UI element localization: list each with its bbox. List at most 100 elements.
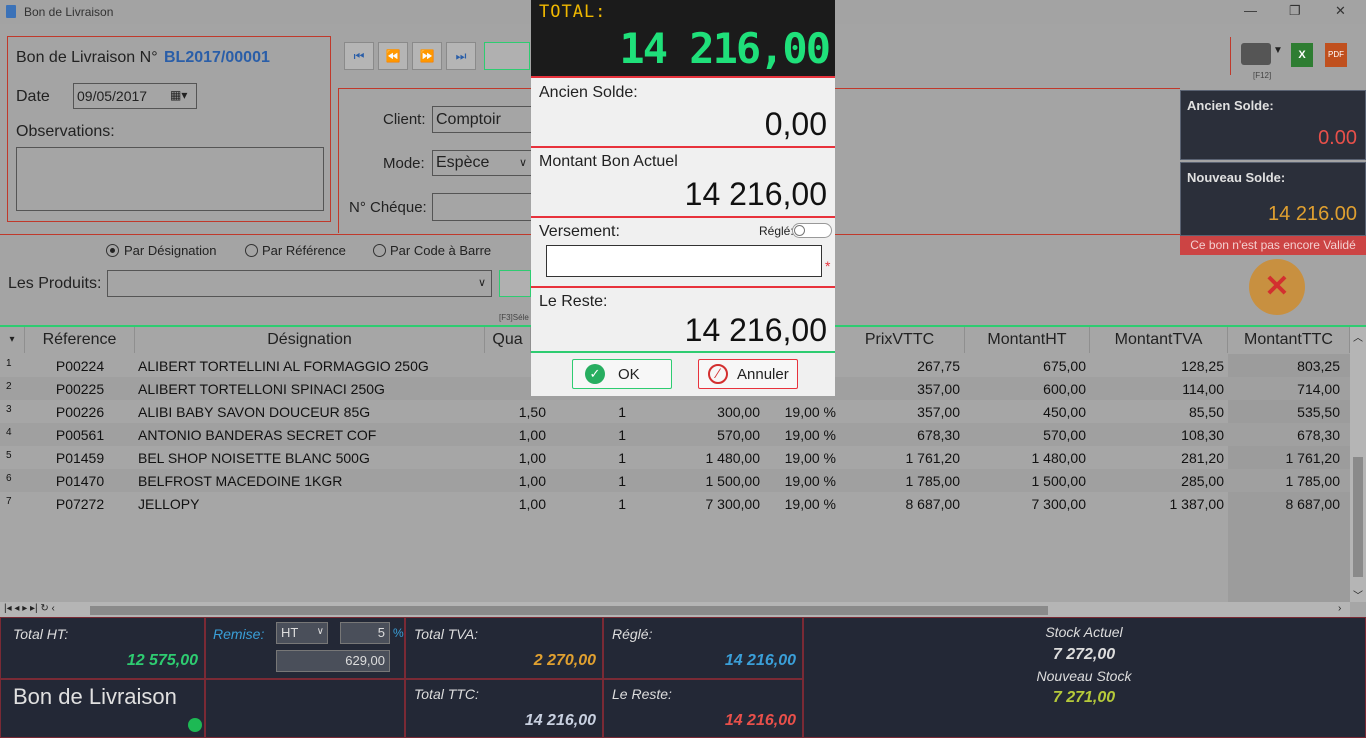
table-row[interactable]: 4 P00561 ANTONIO BANDERAS SECRET COF 1,00 1 5… (0, 423, 1350, 446)
regle-label: Réglé: (612, 626, 653, 642)
add-product-button[interactable] (499, 270, 531, 297)
radio-barcode[interactable] (373, 244, 386, 257)
col-montanttva[interactable]: MontantTVA (1090, 327, 1228, 353)
cell-pvttc: 8 687,00 (905, 496, 961, 512)
col-montantht[interactable]: MontantHT (965, 327, 1090, 353)
table-row[interactable]: 7 P07272 JELLOPY 1,00 1 7 300,00 19,00 % 8 687,… (0, 492, 1350, 515)
cell-des: ANTONIO BANDERAS SECRET COF (138, 427, 377, 443)
total-ttc-cell: Total TTC: 14 216,00 (405, 679, 603, 738)
client-select[interactable]: Comptoir (432, 106, 532, 133)
col-quantity[interactable]: Qua (485, 327, 531, 353)
remise-percent-input[interactable]: 5 (340, 622, 390, 644)
cell-ttc: 1 761,20 (1285, 450, 1341, 466)
pdf-icon[interactable]: PDF (1325, 43, 1347, 67)
cell-n: 6 (6, 473, 12, 484)
observations-textarea[interactable] (16, 147, 324, 211)
remise-mode-select[interactable]: HT ∨ (276, 622, 328, 644)
total-tva-label: Total TVA: (414, 626, 479, 642)
last-record-button[interactable]: ⏭ (446, 42, 476, 70)
col-prixvttc[interactable]: PrixVTTC (835, 327, 965, 353)
nouveau-solde-value: 14 216.00 (1268, 203, 1357, 225)
cell-ttc: 803,25 (1297, 358, 1340, 374)
col-designation[interactable]: Désignation (135, 327, 485, 353)
excel-icon[interactable]: X (1291, 43, 1313, 67)
not-validated-icon[interactable]: ✕ (1249, 259, 1305, 315)
date-value: 09/05/2017 (77, 88, 148, 104)
col-reference[interactable]: Réference (25, 327, 135, 353)
radio-reference[interactable] (245, 244, 258, 257)
cell-tva: 19,00 % (784, 450, 836, 466)
horizontal-scrollbar[interactable]: |◂ ◂ ▸ ▸| ↻ ‹ › (0, 602, 1350, 618)
ancien-solde-section: Ancien Solde: 0,00 (531, 78, 835, 148)
total-value: 14 216,00 (619, 24, 831, 73)
printer-icon[interactable] (1241, 43, 1271, 65)
chevron-down-icon[interactable]: ▼ (1273, 45, 1283, 56)
cell-ref: P01459 (55, 450, 105, 466)
date-picker[interactable]: 09/05/2017 ▦▾ (73, 83, 197, 109)
cell-des: JELLOPY (138, 496, 200, 512)
vertical-scrollbar[interactable]: ︿ ﹀ (1350, 327, 1366, 602)
total-tva-value: 2 270,00 (533, 652, 596, 669)
cell-mtva: 85,50 (1188, 404, 1224, 420)
regle-toggle[interactable] (792, 223, 832, 238)
cancel-button[interactable]: ⁄ Annuler (698, 359, 798, 389)
total-ht-cell: Total HT: 12 575,00 (0, 617, 205, 679)
scroll-right-icon[interactable]: › (1338, 603, 1341, 614)
produits-search-select[interactable]: ∨ (107, 270, 492, 297)
cell-des: BELFROST MACEDOINE 1KGR (138, 473, 343, 489)
versement-input[interactable] (546, 245, 822, 277)
col-montantttc[interactable]: MontantTTC (1228, 327, 1350, 353)
calendar-icon[interactable]: ▦▾ (170, 88, 187, 102)
grid-nav-icons[interactable]: |◂ ◂ ▸ ▸| ↻ ‹ (4, 603, 55, 614)
scroll-thumb[interactable] (1353, 457, 1363, 577)
new-document-button[interactable] (484, 42, 530, 70)
cell-tva: 19,00 % (784, 473, 836, 489)
table-row[interactable]: 5 P01459 BEL SHOP NOISETTE BLANC 500G 1,00 1… (0, 446, 1350, 469)
cell-ht: 1 480,00 (1031, 450, 1087, 466)
close-button[interactable]: ✕ (1335, 3, 1346, 19)
row-selector-header: ▾ (0, 327, 25, 353)
remise-amount-input[interactable]: 629,00 (276, 650, 390, 672)
next-record-button[interactable]: ⏩ (412, 42, 442, 70)
radio-barcode-label: Par Code à Barre (390, 243, 492, 258)
stock-actuel-value: 7 272,00 (1052, 646, 1116, 663)
cell-pu: 1 (618, 404, 626, 420)
mode-label: Mode: (383, 155, 425, 172)
nouveau-stock-label: Nouveau Stock (1036, 668, 1132, 684)
table-row[interactable]: 3 P00226 ALIBI BABY SAVON DOUCEUR 85G 1,50 1… (0, 400, 1350, 423)
reste-label: Le Reste: (612, 686, 672, 702)
scroll-down-icon[interactable]: ﹀ (1353, 587, 1363, 602)
bon-number: BL2017/00001 (164, 49, 270, 66)
cell-uprice: 300,00 (717, 404, 760, 420)
cell-ht: 675,00 (1043, 358, 1086, 374)
scroll-up-icon[interactable]: ︿ (1353, 329, 1363, 344)
required-mark: * (825, 258, 831, 274)
dlg-reste-value: 14 216,00 (684, 312, 827, 348)
cell-des: ALIBERT TORTELLONI SPINACI 250G (138, 381, 385, 397)
cell-n: 2 (6, 381, 12, 392)
hscroll-thumb[interactable] (90, 606, 1048, 615)
cell-ttc: 535,50 (1297, 404, 1340, 420)
first-record-button[interactable]: ⏮ (344, 42, 374, 70)
table-row[interactable]: 6 P01470 BELFROST MACEDOINE 1KGR 1,00 1 1 500… (0, 469, 1350, 492)
cell-pvttc: 678,30 (917, 427, 960, 443)
client-value: Comptoir (436, 111, 501, 128)
cheque-input[interactable] (432, 193, 532, 221)
mode-select[interactable]: Espèce ∨ (432, 150, 532, 176)
prev-record-button[interactable]: ⏪ (378, 42, 408, 70)
status-dot (188, 718, 202, 732)
radio-designation[interactable] (106, 244, 119, 257)
versement-section: Versement: Réglé: * (531, 218, 835, 288)
dlg-montant-value: 14 216,00 (684, 176, 827, 212)
stock-actuel-label: Stock Actuel (1045, 624, 1123, 640)
cell-ttc: 714,00 (1297, 381, 1340, 397)
check-icon: ✓ (585, 364, 605, 384)
minimize-button[interactable]: — (1244, 3, 1257, 18)
divider (338, 88, 339, 233)
cell-qty: 1,00 (518, 450, 546, 466)
restore-button[interactable]: ❐ (1289, 3, 1301, 19)
cell-ref: P00225 (55, 381, 105, 397)
ok-button[interactable]: ✓ OK (572, 359, 672, 389)
regle-cell: Réglé: 14 216,00 (603, 617, 803, 679)
percent-sign: % (393, 626, 404, 640)
